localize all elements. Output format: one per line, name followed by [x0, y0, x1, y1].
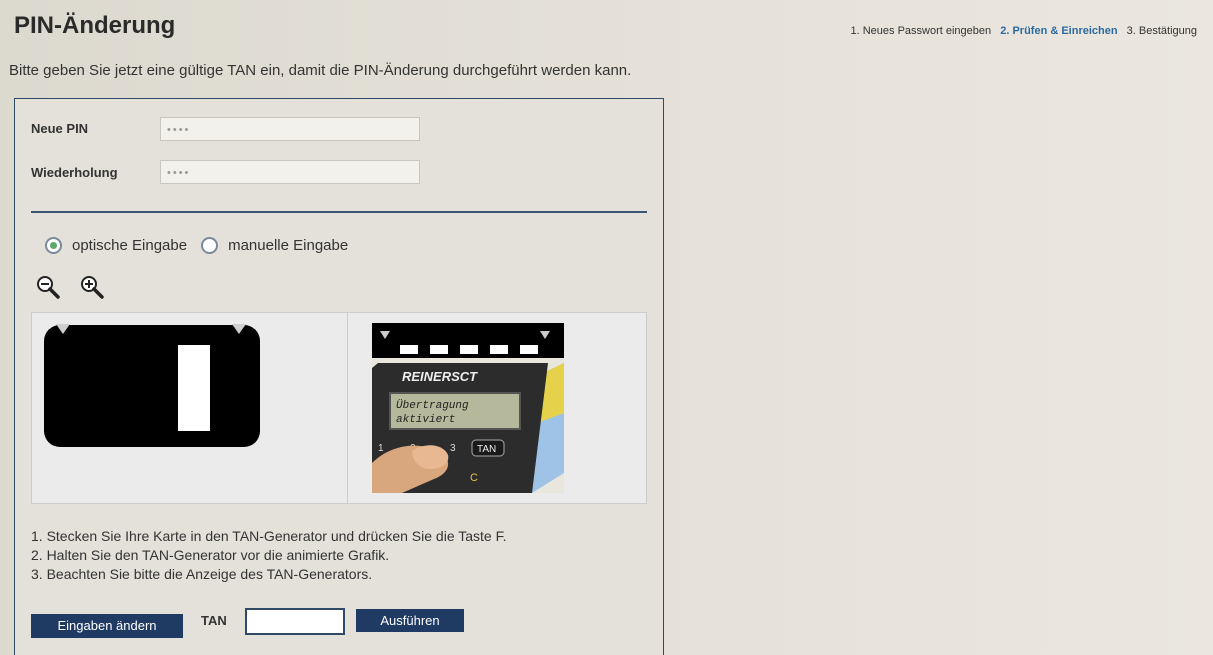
- manual-label[interactable]: manuelle Eingabe: [228, 237, 348, 254]
- step-3: 3. Bestätigung: [1126, 25, 1197, 37]
- divider: [31, 211, 647, 213]
- repeat-pin-label: Wiederholung: [31, 165, 118, 180]
- optical-label[interactable]: optische Eingabe: [72, 237, 187, 254]
- svg-text:C: C: [470, 472, 478, 484]
- manual-radio[interactable]: [201, 237, 219, 254]
- tan-generator-image: REINERSCT Übertragung aktiviert 1 2 3 TA…: [372, 323, 564, 493]
- input-mode-group: optische Eingabe manuelle Eingabe: [45, 237, 348, 254]
- tan-label: TAN: [201, 613, 227, 628]
- execute-button[interactable]: Ausführen: [356, 609, 464, 632]
- page-title: PIN-Änderung: [14, 12, 176, 39]
- tan-input[interactable]: [245, 608, 345, 635]
- step-indicator: 1. Neues Passwort eingeben 2. Prüfen & E…: [845, 25, 1198, 37]
- device-brand-text: REINERSCT: [402, 369, 478, 384]
- instruction-1: 1. Stecken Sie Ihre Karte in den TAN-Gen…: [31, 528, 507, 544]
- device-display-line2: aktiviert: [396, 414, 455, 426]
- repeat-pin-field[interactable]: ••••: [160, 160, 420, 184]
- svg-text:TAN: TAN: [477, 444, 496, 455]
- intro-text: Bitte geben Sie jetzt eine gültige TAN e…: [9, 62, 632, 79]
- step-1: 1. Neues Passwort eingeben: [850, 25, 992, 37]
- zoom-in-icon[interactable]: [79, 274, 105, 300]
- flicker-bar: [178, 345, 210, 431]
- left-marker: [56, 324, 70, 334]
- change-inputs-button[interactable]: Eingaben ändern: [31, 614, 183, 638]
- optical-radio[interactable]: [45, 237, 62, 254]
- flicker-graphic-area: REINERSCT Übertragung aktiviert 1 2 3 TA…: [31, 312, 647, 504]
- zoom-out-icon[interactable]: [35, 274, 61, 300]
- tan-panel: Neue PIN •••• Wiederholung •••• optische…: [14, 98, 664, 655]
- new-pin-field[interactable]: ••••: [160, 117, 420, 141]
- step-2-active: 2. Prüfen & Einreichen: [1000, 25, 1118, 37]
- svg-text:3: 3: [450, 443, 456, 454]
- flicker-code-graphic: [44, 324, 260, 447]
- right-marker: [232, 324, 246, 334]
- device-display-line1: Übertragung: [396, 399, 469, 412]
- instruction-2: 2. Halten Sie den TAN-Generator vor die …: [31, 547, 390, 563]
- instruction-3: 3. Beachten Sie bitte die Anzeige des TA…: [31, 566, 373, 582]
- new-pin-label: Neue PIN: [31, 121, 89, 136]
- instructions: 1. Stecken Sie Ihre Karte in den TAN-Gen…: [31, 527, 507, 584]
- svg-text:1: 1: [378, 443, 384, 454]
